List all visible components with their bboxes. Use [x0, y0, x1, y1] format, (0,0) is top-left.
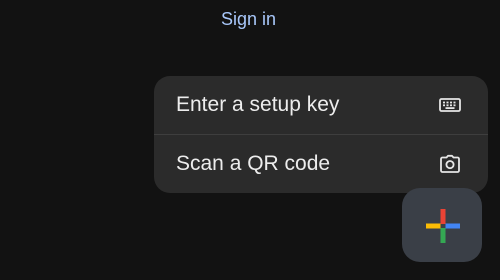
camera-icon [438, 152, 462, 176]
sign-in-link[interactable]: Sign in [221, 8, 276, 30]
add-code-menu: Enter a setup key Scan a QR code [154, 76, 488, 193]
menu-item-enter-setup-key[interactable]: Enter a setup key [154, 76, 488, 134]
menu-item-scan-qr-code[interactable]: Scan a QR code [154, 135, 488, 193]
add-code-fab[interactable] [402, 188, 482, 262]
google-plus-icon [426, 209, 460, 243]
authenticator-screen: Sign in Enter a setup key Scan a QR code [0, 0, 500, 280]
menu-item-label: Scan a QR code [176, 152, 331, 175]
keyboard-icon [438, 93, 462, 117]
menu-item-label: Enter a setup key [176, 93, 340, 116]
